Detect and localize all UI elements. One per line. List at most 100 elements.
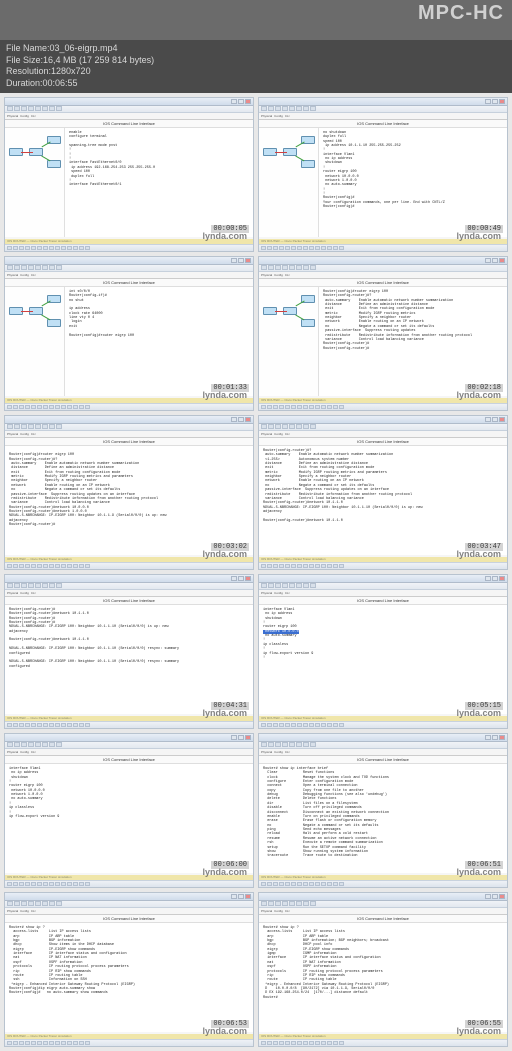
toolbar-button[interactable]: [289, 106, 295, 111]
footer-tool-button[interactable]: [285, 723, 290, 727]
toolbar-button[interactable]: [42, 901, 48, 906]
footer-tool-button[interactable]: [79, 882, 84, 886]
footer-tool-button[interactable]: [31, 564, 36, 568]
footer-tool-button[interactable]: [339, 246, 344, 250]
toolbar-button[interactable]: [35, 901, 41, 906]
footer-tool-button[interactable]: [67, 405, 72, 409]
tab-cli[interactable]: CLI: [31, 273, 36, 277]
footer-tool-button[interactable]: [297, 246, 302, 250]
minimize-button[interactable]: [231, 258, 237, 263]
footer-tool-button[interactable]: [61, 246, 66, 250]
footer-tool-button[interactable]: [291, 882, 296, 886]
maximize-button[interactable]: [238, 417, 244, 422]
footer-tool-button[interactable]: [315, 246, 320, 250]
video-thumbnail[interactable]: PhysicalConfigCLIIOS Command Line Interf…: [4, 256, 254, 411]
minimize-button[interactable]: [231, 99, 237, 104]
video-thumbnail[interactable]: PhysicalConfigCLIIOS Command Line Interf…: [4, 97, 254, 252]
toolbar-button[interactable]: [268, 583, 274, 588]
footer-tool-button[interactable]: [85, 564, 90, 568]
tab-physical[interactable]: Physical: [7, 114, 18, 118]
footer-tool-button[interactable]: [279, 246, 284, 250]
toolbar-button[interactable]: [35, 583, 41, 588]
close-button[interactable]: [245, 576, 251, 581]
footer-tool-button[interactable]: [79, 1041, 84, 1045]
toolbar-button[interactable]: [56, 901, 62, 906]
tab-config[interactable]: Config: [274, 273, 283, 277]
footer-tool-button[interactable]: [67, 246, 72, 250]
toolbar-button[interactable]: [310, 742, 316, 747]
minimize-button[interactable]: [485, 735, 491, 740]
toolbar-button[interactable]: [42, 106, 48, 111]
footer-tool-button[interactable]: [13, 564, 18, 568]
footer-tool-button[interactable]: [303, 564, 308, 568]
footer-tool-button[interactable]: [273, 882, 278, 886]
topology-pane[interactable]: [5, 287, 65, 396]
footer-tool-button[interactable]: [7, 1041, 12, 1045]
footer-tool-button[interactable]: [25, 564, 30, 568]
footer-tool-button[interactable]: [339, 564, 344, 568]
footer-tool-button[interactable]: [279, 405, 284, 409]
footer-tool-button[interactable]: [37, 564, 42, 568]
toolbar-button[interactable]: [56, 106, 62, 111]
footer-tool-button[interactable]: [321, 405, 326, 409]
toolbar-button[interactable]: [268, 901, 274, 906]
maximize-button[interactable]: [492, 735, 498, 740]
toolbar-button[interactable]: [296, 424, 302, 429]
toolbar-button[interactable]: [21, 901, 27, 906]
tab-physical[interactable]: Physical: [7, 750, 18, 754]
footer-tool-button[interactable]: [285, 882, 290, 886]
footer-tool-button[interactable]: [267, 564, 272, 568]
footer-tool-button[interactable]: [31, 882, 36, 886]
minimize-button[interactable]: [485, 258, 491, 263]
footer-tool-button[interactable]: [43, 246, 48, 250]
toolbar-button[interactable]: [28, 742, 34, 747]
footer-tool-button[interactable]: [19, 246, 24, 250]
cli-output[interactable]: enable configure terminal spanning-tree …: [65, 128, 253, 237]
toolbar-button[interactable]: [261, 424, 267, 429]
toolbar-button[interactable]: [261, 106, 267, 111]
video-thumbnail[interactable]: PhysicalConfigCLIIOS Command Line Interf…: [258, 256, 508, 411]
toolbar-button[interactable]: [282, 424, 288, 429]
toolbar-button[interactable]: [21, 424, 27, 429]
footer-tool-button[interactable]: [67, 723, 72, 727]
tab-physical[interactable]: Physical: [261, 273, 272, 277]
footer-tool-button[interactable]: [13, 723, 18, 727]
footer-tool-button[interactable]: [31, 723, 36, 727]
footer-tool-button[interactable]: [7, 882, 12, 886]
footer-tool-button[interactable]: [37, 1041, 42, 1045]
toolbar-button[interactable]: [275, 424, 281, 429]
tab-physical[interactable]: Physical: [261, 909, 272, 913]
cli-output[interactable]: interface Vlan1 no ip address shutdown !…: [5, 764, 253, 873]
footer-tool-button[interactable]: [73, 405, 78, 409]
pc-icon[interactable]: [301, 160, 315, 168]
footer-tool-button[interactable]: [279, 1041, 284, 1045]
footer-tool-button[interactable]: [25, 246, 30, 250]
minimize-button[interactable]: [231, 735, 237, 740]
cli-output[interactable]: Router(config)#router eigrp 100 Router(c…: [5, 446, 253, 555]
footer-tool-button[interactable]: [73, 1041, 78, 1045]
toolbar-button[interactable]: [310, 583, 316, 588]
tab-cli[interactable]: CLI: [31, 591, 36, 595]
footer-tool-button[interactable]: [273, 246, 278, 250]
footer-tool-button[interactable]: [303, 1041, 308, 1045]
footer-tool-button[interactable]: [79, 723, 84, 727]
toolbar-button[interactable]: [35, 742, 41, 747]
footer-tool-button[interactable]: [43, 723, 48, 727]
toolbar-button[interactable]: [7, 901, 13, 906]
footer-tool-button[interactable]: [261, 405, 266, 409]
close-button[interactable]: [499, 735, 505, 740]
footer-tool-button[interactable]: [25, 405, 30, 409]
video-thumbnail[interactable]: PhysicalConfigCLIIOS Command Line Interf…: [258, 574, 508, 729]
toolbar-button[interactable]: [289, 265, 295, 270]
footer-tool-button[interactable]: [297, 1041, 302, 1045]
tab-config[interactable]: Config: [20, 909, 29, 913]
toolbar-button[interactable]: [42, 424, 48, 429]
footer-tool-button[interactable]: [273, 405, 278, 409]
tab-config[interactable]: Config: [274, 432, 283, 436]
footer-tool-button[interactable]: [315, 723, 320, 727]
toolbar-button[interactable]: [296, 265, 302, 270]
footer-tool-button[interactable]: [285, 405, 290, 409]
footer-tool-button[interactable]: [13, 405, 18, 409]
tab-cli[interactable]: CLI: [285, 750, 290, 754]
tab-config[interactable]: Config: [274, 114, 283, 118]
